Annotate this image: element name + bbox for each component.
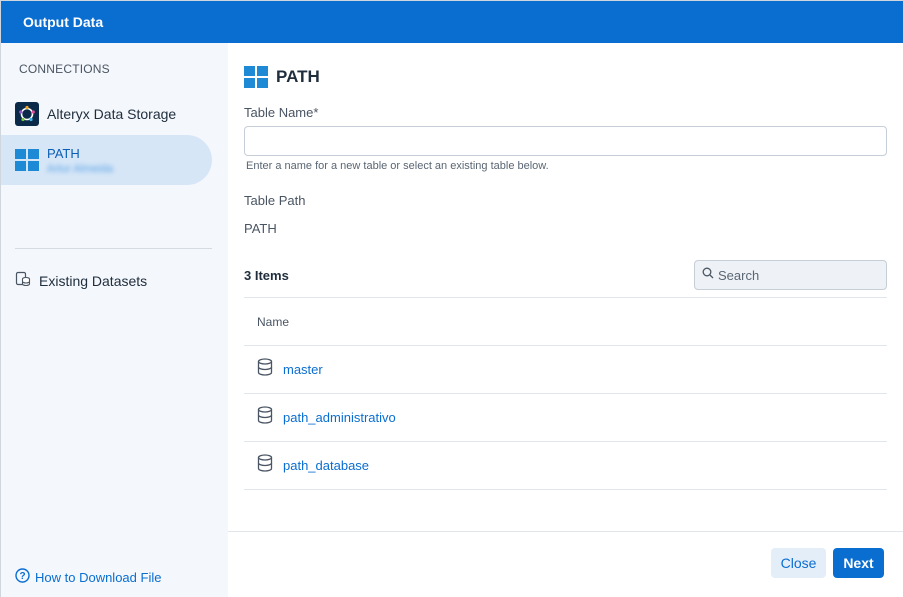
dialog-title: Output Data [1,1,903,43]
search-icon [702,266,714,284]
table-path-value: PATH [244,221,277,236]
alteryx-logo-icon [15,102,39,126]
page-title: PATH [276,67,320,86]
svg-text:?: ? [19,571,25,582]
sidebar-divider [15,248,212,249]
sidebar: CONNECTIONS Alteryx Data Storage PATH Ar… [1,43,228,597]
database-icon [257,406,273,429]
next-button[interactable]: Next [833,548,884,578]
database-icon [257,454,273,477]
connection-sublabel: Artur Almeida [47,162,114,175]
existing-datasets-label: Existing Datasets [39,272,148,289]
table-path-label: Table Path [244,193,306,208]
main-panel: PATH Table Name* Enter a name for a new … [228,43,903,597]
items-count: 3 Items [244,268,289,283]
table-name-label: Table Name* [244,105,319,120]
table-name-help: Enter a name for a new table or select a… [246,160,549,172]
database-icon [257,358,273,381]
output-data-dialog: Output Data CONNECTIONS Alteryx Data Sto… [0,0,903,597]
table-row-name: master [283,362,323,377]
table-name-input[interactable] [244,126,887,156]
connection-label: PATH [47,145,80,161]
main-header: PATH [244,66,320,88]
help-icon: ? [15,568,30,586]
search-input[interactable] [718,267,878,283]
table-row[interactable]: master [244,346,887,394]
table-row-name: path_administrativo [283,410,396,425]
table-row[interactable]: path_database [244,442,887,490]
datasets-icon [15,271,31,290]
close-button[interactable]: Close [771,548,826,578]
connection-path[interactable]: PATH Artur Almeida [1,135,212,185]
windows-icon [15,149,39,171]
windows-icon [244,66,268,88]
connections-heading: CONNECTIONS [19,62,110,76]
footer-divider [228,531,903,532]
table-row[interactable]: path_administrativo [244,394,887,442]
connection-alteryx-data-storage[interactable]: Alteryx Data Storage [1,99,212,129]
tables-list: Name master path_administrativo path_dat… [244,297,887,490]
how-to-download-link[interactable]: ? How to Download File [15,568,161,586]
column-header-name[interactable]: Name [244,297,887,346]
connection-label: Alteryx Data Storage [47,106,177,122]
how-to-download-label: How to Download File [35,569,162,585]
search-box[interactable] [694,260,887,290]
existing-datasets-item[interactable]: Existing Datasets [15,271,147,290]
table-row-name: path_database [283,458,370,473]
